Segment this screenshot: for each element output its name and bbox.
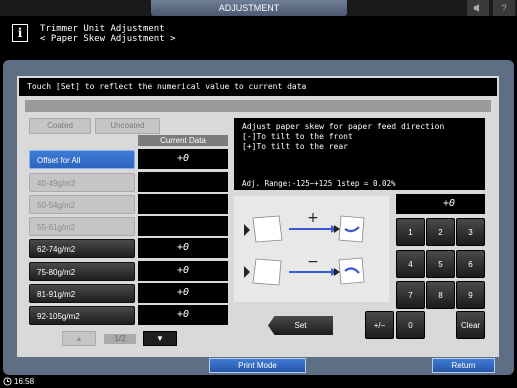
plus-minus-key[interactable]: +/− bbox=[365, 311, 394, 339]
key-3[interactable]: 3 bbox=[456, 218, 485, 246]
clock-time: 16:58 bbox=[14, 377, 35, 386]
row-value bbox=[138, 172, 228, 192]
message-bar: Touch [Set] to reflect the numerical val… bbox=[19, 78, 497, 96]
speaker-icon[interactable] bbox=[467, 0, 489, 16]
page-subtitle: < Paper Skew Adjustment > bbox=[40, 34, 176, 44]
adjust-range: Adj. Range:-125~+125 1step = 0.02% bbox=[242, 179, 396, 188]
row-75-80[interactable]: 75-80g/m2 bbox=[29, 262, 135, 281]
key-8[interactable]: 8 bbox=[426, 281, 455, 309]
page-indicator: 1/2 bbox=[104, 334, 136, 344]
row-55-61[interactable]: 55-61g/m2 bbox=[29, 217, 135, 236]
page-title: Trimmer Unit Adjustment bbox=[40, 24, 165, 34]
help-icon[interactable]: ? bbox=[493, 0, 515, 16]
key-7[interactable]: 7 bbox=[396, 281, 425, 309]
row-value: +0 bbox=[138, 238, 228, 258]
clear-button[interactable]: Clear bbox=[456, 311, 485, 339]
key-9[interactable]: 9 bbox=[456, 281, 485, 309]
key-6[interactable]: 6 bbox=[456, 250, 485, 278]
row-62-74[interactable]: 62-74g/m2 bbox=[29, 239, 135, 258]
row-92-105[interactable]: 92-105g/m2 bbox=[29, 306, 135, 325]
set-button[interactable]: Set bbox=[268, 316, 333, 335]
minus-label: − bbox=[307, 254, 319, 270]
row-50-54[interactable]: 50-54g/m2 bbox=[29, 195, 135, 214]
row-value: +0 bbox=[138, 149, 228, 169]
clock-icon bbox=[3, 377, 12, 386]
row-value bbox=[138, 216, 228, 236]
page-up-button[interactable]: ▲ bbox=[62, 331, 96, 346]
row-value: +0 bbox=[138, 305, 228, 325]
tab-coated[interactable]: Coated bbox=[29, 118, 91, 134]
key-1[interactable]: 1 bbox=[396, 218, 425, 246]
row-81-91[interactable]: 81-91g/m2 bbox=[29, 284, 135, 303]
row-offset-for-all[interactable]: Offset for All bbox=[29, 150, 135, 169]
description-line: [+]To tilt to the rear bbox=[242, 142, 348, 151]
print-mode-button[interactable]: Print Mode bbox=[209, 358, 306, 373]
description-line: [-]To tilt to the front bbox=[242, 132, 353, 141]
current-data-header: Current Data bbox=[138, 135, 228, 146]
info-icon: i bbox=[12, 24, 28, 42]
description-line: Adjust paper skew for paper feed directi… bbox=[242, 122, 445, 131]
row-40-49[interactable]: 40-49g/m2 bbox=[29, 173, 135, 192]
row-value: +0 bbox=[138, 283, 228, 303]
row-value bbox=[138, 194, 228, 214]
scroll-bar bbox=[25, 100, 491, 112]
tab-uncoated[interactable]: Uncoated bbox=[95, 118, 160, 134]
key-0[interactable]: 0 bbox=[396, 311, 425, 339]
row-value: +0 bbox=[138, 261, 228, 281]
key-4[interactable]: 4 bbox=[396, 250, 425, 278]
skew-illustration: + − bbox=[234, 196, 389, 302]
page-down-button[interactable]: ▼ bbox=[143, 331, 177, 346]
key-5[interactable]: 5 bbox=[426, 250, 455, 278]
key-2[interactable]: 2 bbox=[426, 218, 455, 246]
return-button[interactable]: Return bbox=[432, 358, 495, 373]
status-bar: 16:58 bbox=[0, 375, 517, 388]
value-display: +0 bbox=[396, 194, 485, 214]
tab-adjustment[interactable]: ADJUSTMENT bbox=[151, 0, 347, 16]
plus-label: + bbox=[307, 210, 319, 226]
